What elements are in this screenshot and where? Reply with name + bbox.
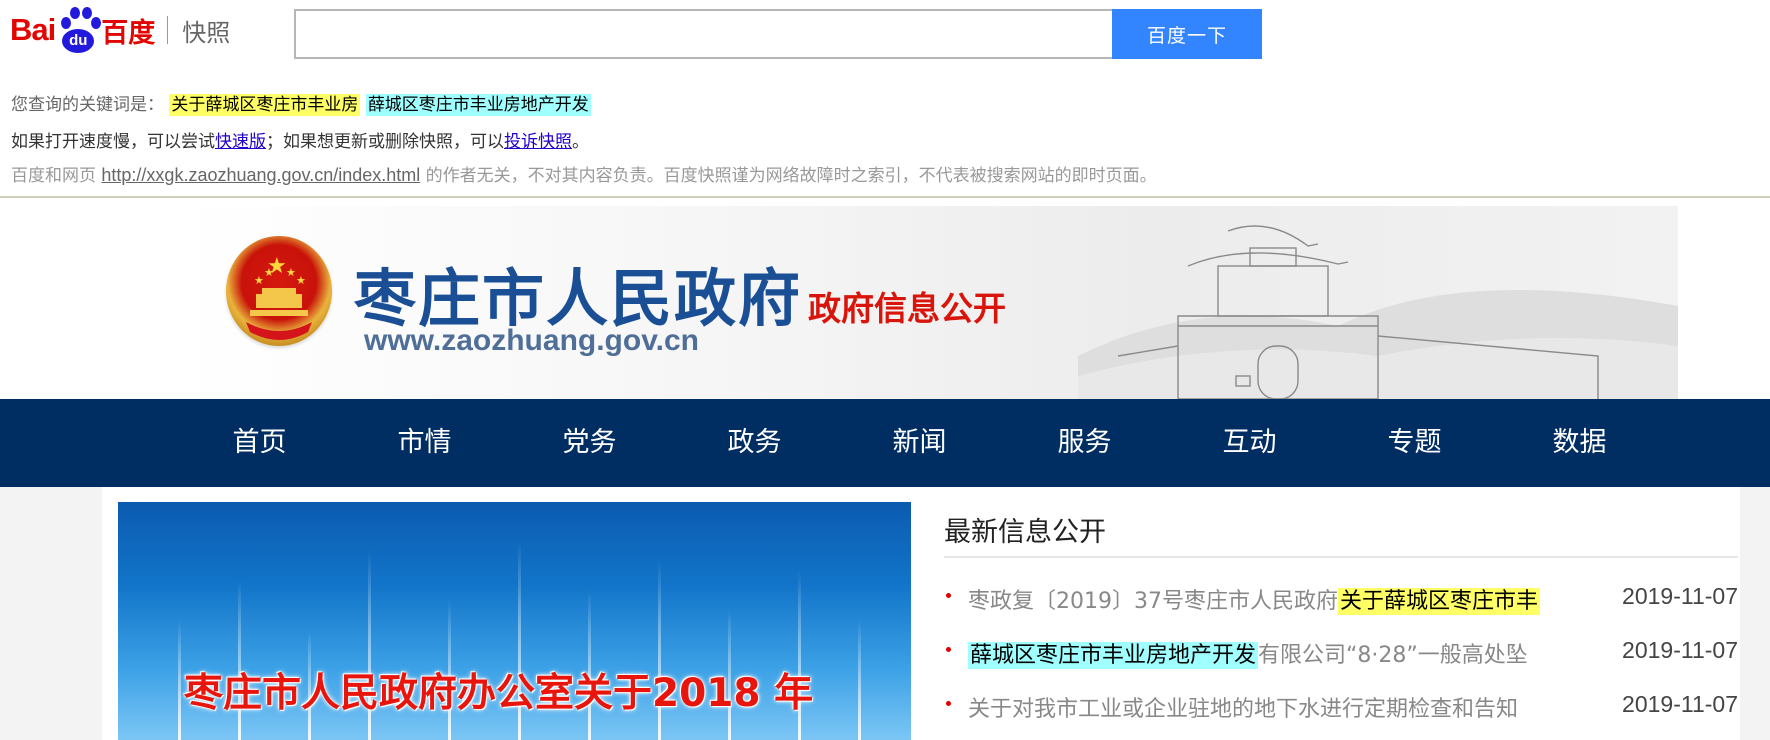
baidu-paw-text: du [62, 29, 95, 53]
nav-item-data[interactable]: 数据 [1497, 399, 1662, 487]
nav-item-news[interactable]: 新闻 [837, 399, 1002, 487]
city-gate-illustration [1078, 225, 1678, 399]
keyword-highlight: 薛城区枣庄市丰业房地产开发 [365, 94, 591, 116]
kuaizhao-label: 快照 [182, 18, 231, 47]
baidu-logo-bai: Bai [10, 12, 56, 47]
news-link[interactable]: 枣政复〔2019〕37号枣庄市人民政府关于薛城区枣庄市丰 [968, 583, 1575, 615]
news-text: 关于对我市工业或企业驻地的地下水进行定期检查和告知 [968, 697, 1519, 722]
news-slideshow[interactable]: 枣庄市人民政府办公室关于2018 年 [118, 502, 911, 740]
nav-item-home[interactable]: 首页 [177, 399, 342, 487]
disclaimer-text: 的作者无关，不对其内容负责。百度快照谨为网络故障时之索引，不代表被搜索网站的即时… [420, 166, 1157, 186]
keywords-label: 您查询的关键词是： [11, 95, 164, 115]
news-link[interactable]: 关于对我市工业或企业驻地的地下水进行定期检查和告知 [968, 691, 1575, 723]
news-date: 2019-11-07 [1622, 637, 1738, 663]
nav-item-city-info[interactable]: 市情 [342, 399, 507, 487]
logo-divider [167, 16, 169, 44]
bullet-icon [946, 593, 951, 598]
site-banner: ★ ★ ★ ★ ★ 枣庄市人民政府 政府信息公开 www.zaozhuang.g… [178, 206, 1678, 399]
notice-text: 。 [572, 132, 589, 152]
news-date: 2019-11-07 [1622, 583, 1738, 609]
baidu-paw-icon: du [56, 5, 102, 55]
national-emblem-icon: ★ ★ ★ ★ ★ [226, 236, 332, 346]
site-url: www.zaozhuang.gov.cn [364, 324, 700, 357]
notice-text: 如果打开速度慢，可以尝试 [11, 132, 215, 152]
news-highlight: 薛城区枣庄市丰业房地产开发 [968, 642, 1259, 669]
news-text: 枣政复〔2019〕37号枣庄市人民政府 [968, 589, 1338, 614]
news-highlight: 关于薛城区枣庄市丰 [1337, 588, 1540, 615]
nav-item-services[interactable]: 服务 [1002, 399, 1167, 487]
news-date: 2019-11-07 [1622, 691, 1738, 717]
fast-version-link[interactable]: 快速版 [215, 132, 266, 152]
nav-item-party[interactable]: 党务 [507, 399, 672, 487]
nav-item-government[interactable]: 政务 [672, 399, 837, 487]
list-item[interactable]: 关于对我市工业或企业驻地的地下水进行定期检查和告知 2019-11-07 [944, 685, 1738, 725]
slide-caption: 枣庄市人民政府办公室关于2018 年 [184, 671, 814, 716]
news-text: 有限公司“8·28”一般高处坠 [1258, 643, 1528, 668]
baidu-logo[interactable]: Bai du 百度 快照 [10, 4, 230, 56]
latest-info-title: 最新信息公开 [944, 517, 1106, 548]
notice-line: 如果打开速度慢，可以尝试快速版；如果想更新或删除快照，可以投诉快照。 [11, 127, 589, 152]
keyword-highlight: 关于薛城区枣庄市丰业房 [169, 94, 361, 116]
main-nav: 首页 市情 党务 政务 新闻 服务 互动 专题 数据 [0, 399, 1770, 487]
latest-info-divider [944, 556, 1738, 558]
search-button[interactable]: 百度一下 [1112, 9, 1262, 59]
disclaimer-line: 百度和网页 http://xxgk.zaozhuang.gov.cn/index… [11, 161, 1157, 186]
site-subtitle: 政府信息公开 [808, 289, 1006, 328]
news-link[interactable]: 薛城区枣庄市丰业房地产开发有限公司“8·28”一般高处坠 [968, 637, 1575, 669]
baidu-logo-cn: 百度 [101, 17, 156, 49]
nav-item-interaction[interactable]: 互动 [1167, 399, 1332, 487]
search-bar: 百度一下 [294, 9, 1262, 59]
latest-info-panel: 最新信息公开 枣政复〔2019〕37号枣庄市人民政府关于薛城区枣庄市丰 2019… [944, 502, 1738, 740]
source-url-link[interactable]: http://xxgk.zaozhuang.gov.cn/index.html [101, 165, 420, 185]
baidu-cache-header: Bai du 百度 快照 百度一下 您查询的关键词是： 关于薛城区枣庄市丰业房 … [0, 0, 1770, 196]
notice-text: ；如果想更新或删除快照，可以 [266, 132, 504, 152]
header-divider [0, 196, 1770, 198]
disclaimer-text: 百度和网页 [11, 166, 102, 186]
bullet-icon [946, 647, 951, 652]
complain-snapshot-link[interactable]: 投诉快照 [504, 132, 572, 152]
list-item[interactable]: 枣政复〔2019〕37号枣庄市人民政府关于薛城区枣庄市丰 2019-11-07 [944, 577, 1738, 617]
search-input[interactable] [294, 9, 1134, 59]
nav-item-topics[interactable]: 专题 [1332, 399, 1497, 487]
bullet-icon [946, 701, 951, 706]
list-item[interactable]: 薛城区枣庄市丰业房地产开发有限公司“8·28”一般高处坠 2019-11-07 [944, 631, 1738, 671]
keywords-line: 您查询的关键词是： 关于薛城区枣庄市丰业房 薛城区枣庄市丰业房地产开发 [11, 90, 591, 116]
